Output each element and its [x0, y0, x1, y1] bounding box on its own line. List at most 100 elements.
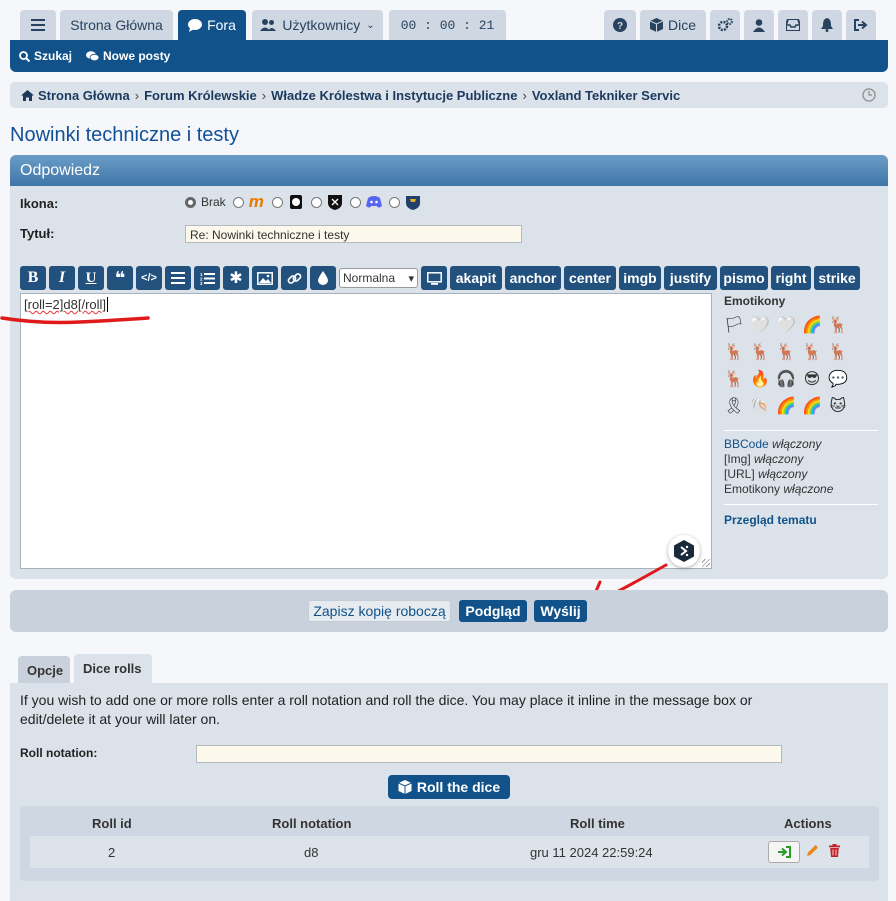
roll-notation-input[interactable] — [196, 745, 782, 763]
sign-in-icon — [778, 846, 791, 858]
preview-button[interactable]: Podgląd — [459, 600, 527, 622]
underline-button[interactable]: U — [78, 266, 104, 290]
insert-roll-button[interactable] — [768, 841, 800, 863]
emoticon-item[interactable]: 🌈 — [802, 397, 822, 417]
emoticon-item[interactable]: 🦌 — [828, 343, 848, 363]
emoticon-item[interactable]: 🎧 — [776, 370, 796, 390]
emoticon-item[interactable]: 🦌 — [776, 343, 796, 363]
image-button[interactable] — [252, 266, 278, 290]
bbcode-anchor-button[interactable]: anchor — [505, 266, 561, 290]
tab-dice-rolls[interactable]: Dice rolls — [74, 654, 152, 683]
color-button[interactable] — [310, 266, 336, 290]
tab-forums[interactable]: Fora — [178, 10, 246, 40]
menu-button[interactable] — [20, 10, 56, 40]
link-button[interactable] — [281, 266, 307, 290]
roll-notation-cell: d8 — [304, 845, 319, 860]
img-label: [Img] — [724, 452, 751, 466]
emoticon-item[interactable]: 🌈 — [802, 316, 822, 336]
submit-button[interactable]: Wyślij — [534, 600, 587, 622]
delete-roll-button[interactable] — [829, 844, 840, 860]
emoticon-item[interactable]: 🔥 — [750, 370, 770, 390]
emoticon-item[interactable]: 😎 — [802, 370, 822, 390]
subject-input[interactable]: Re: Nowinki techniczne i testy — [185, 225, 522, 243]
bold-button[interactable]: B — [20, 266, 46, 290]
logout-button[interactable] — [846, 10, 876, 40]
italic-button[interactable]: I — [49, 266, 75, 290]
settings-button[interactable] — [710, 10, 740, 40]
ordered-list-icon: 123 — [200, 272, 215, 285]
font-size-select[interactable]: Normalna ▾ — [339, 268, 418, 288]
emoticon-item[interactable]: 🦌 — [750, 343, 770, 363]
icon-radio-none[interactable] — [185, 196, 196, 208]
bbcode-justify-button[interactable]: justify — [664, 266, 717, 290]
quote-button[interactable]: ❝ — [107, 266, 133, 290]
grammar-extension-badge[interactable] — [668, 535, 700, 567]
edit-roll-button[interactable] — [806, 844, 819, 860]
ordered-list-button[interactable]: 123 — [194, 266, 220, 290]
preview-toggle-button[interactable] — [421, 266, 447, 290]
list-button[interactable] — [165, 266, 191, 290]
crest-icon — [405, 196, 420, 210]
clock-icon[interactable] — [862, 88, 876, 102]
icon-radio-4[interactable] — [349, 196, 361, 208]
tab-options[interactable]: Opcje — [18, 656, 70, 685]
emoticon-item[interactable]: 🐱 — [828, 397, 848, 417]
discord-icon — [365, 196, 382, 208]
breadcrumb-item-home[interactable]: Strona Główna — [38, 88, 130, 103]
bbcode-pismo-button[interactable]: pismo — [720, 266, 768, 290]
help-button[interactable]: ? — [604, 10, 636, 40]
bbcode-help-link[interactable]: BBCode — [724, 437, 769, 451]
icon-radio-3[interactable] — [310, 196, 322, 208]
tab-home[interactable]: Strona Główna — [60, 10, 173, 40]
dice-button[interactable]: Dice — [640, 10, 706, 40]
emoticon-item[interactable]: 🤍 — [776, 316, 796, 336]
message-text: [roll=2]d8[/roll] — [24, 297, 107, 312]
tab-forums-label: Fora — [207, 17, 236, 33]
bbcode-imgb-button[interactable]: imgb — [619, 266, 661, 290]
breadcrumb-item-forum[interactable]: Forum Królewskie — [144, 88, 257, 103]
image-icon — [257, 271, 273, 285]
svg-text:3: 3 — [200, 281, 203, 285]
list-item-button[interactable]: ✱ — [223, 266, 249, 290]
bbcode-state: włączony — [772, 437, 822, 451]
roll-time-cell: gru 11 2024 22:59:24 — [530, 845, 653, 860]
messages-button[interactable] — [778, 10, 808, 40]
bbcode-strike-button[interactable]: strike — [814, 266, 860, 290]
emoticon-item[interactable]: 💬 — [828, 370, 848, 390]
url-label: [URL] — [724, 467, 755, 481]
emoticon-item[interactable]: 🤍 — [750, 316, 770, 336]
emoticon-item[interactable]: 🌈 — [776, 397, 796, 417]
emoticon-item[interactable]: 🦌 — [802, 343, 822, 363]
roll-dice-button[interactable]: Roll the dice — [388, 775, 510, 799]
tab-users[interactable]: Użytkownicy ⌄ — [252, 10, 383, 40]
emoticon-item[interactable]: 🐚 — [750, 397, 770, 417]
emoticon-item[interactable]: 🦌 — [724, 370, 744, 390]
topic-title[interactable]: Nowinki techniczne i testy — [10, 124, 239, 147]
new-posts-link[interactable]: Nowe posty — [86, 49, 170, 63]
breadcrumb-item-subforum[interactable]: Voxland Tekniker Servic — [532, 88, 680, 103]
message-textarea[interactable]: [roll=2]d8[/roll] — [20, 293, 712, 569]
bbcode-akapit-button[interactable]: akapit — [450, 266, 502, 290]
emoticon-item[interactable]: 🦌 — [828, 316, 848, 336]
bbcode-center-button[interactable]: center — [564, 266, 616, 290]
breadcrumb-item-category[interactable]: Władze Królestwa i Instytucje Publiczne — [271, 88, 517, 103]
save-draft-button[interactable]: Zapisz kopię roboczą — [308, 600, 451, 622]
list-icon — [171, 272, 185, 284]
search-link[interactable]: Szukaj — [19, 49, 72, 63]
profile-button[interactable] — [744, 10, 774, 40]
emoticon-item[interactable]: 🎗 — [724, 397, 744, 417]
emoticon-item[interactable]: 🦌 — [724, 343, 744, 363]
icon-radio-2[interactable] — [271, 196, 283, 208]
resize-handle[interactable] — [702, 559, 710, 567]
icon-radio-5[interactable] — [388, 196, 400, 208]
topic-review-link[interactable]: Przegląd tematu — [724, 504, 878, 527]
bell-icon — [821, 18, 833, 32]
bbcode-right-button[interactable]: right — [771, 266, 811, 290]
emblem-icon — [289, 195, 302, 209]
notifications-button[interactable] — [812, 10, 842, 40]
roll-id-cell: 2 — [108, 845, 116, 860]
icon-radio-1[interactable] — [232, 196, 244, 208]
code-button[interactable]: </> — [136, 266, 162, 290]
emoticon-item[interactable]: 🏳 — [724, 316, 744, 336]
breadcrumb-separator: › — [522, 87, 527, 103]
